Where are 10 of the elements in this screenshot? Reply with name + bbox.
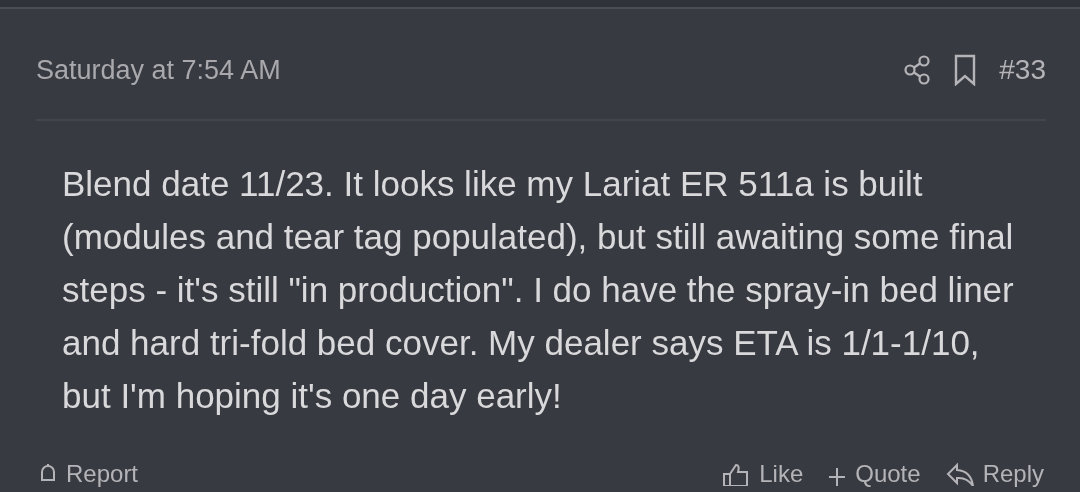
reply-arrow-icon [944, 462, 975, 486]
reply-link[interactable]: Reply [944, 460, 1044, 488]
like-link[interactable]: Like [721, 460, 804, 488]
report-link[interactable]: Report [38, 460, 139, 488]
post-number-link[interactable]: #33 [999, 54, 1046, 86]
bookmark-icon[interactable] [953, 54, 978, 86]
post-body: Blend date 11/23. It looks like my Lariat ER 511a is built (modules and tear tag populated), but still awaiting some final steps - it's still "in production". I do have the spray-in bed liner and hard tri-fold bed cover. My dealer says ETA is 1/1-1/10, but I'm hoping it's one day early! [62, 163, 1015, 417]
quote-link[interactable]: Quote [827, 460, 921, 488]
share-icon[interactable] [903, 55, 932, 85]
post-date: Saturday at 7:54 AM [36, 54, 281, 86]
